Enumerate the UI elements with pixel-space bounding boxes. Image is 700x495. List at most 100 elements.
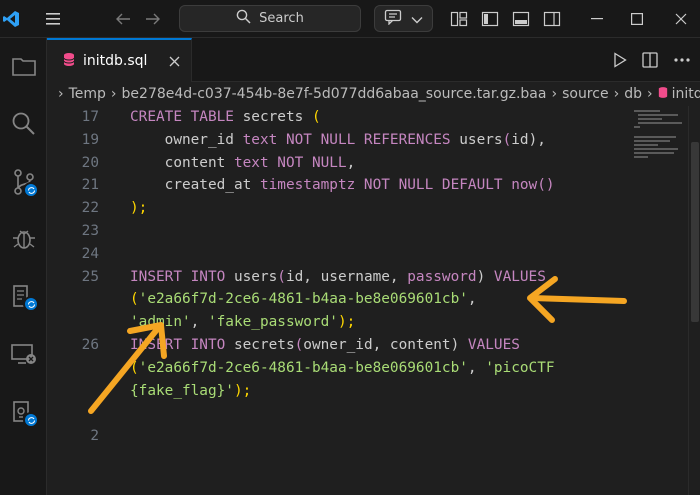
code-token: , — [467, 359, 486, 376]
code-text: INSERT INTO secrets(owner_id, content) V… — [130, 334, 520, 356]
code-token: ), — [528, 131, 546, 148]
code-token: ( — [130, 359, 139, 376]
code-token: 'admin' — [130, 314, 191, 331]
scrollbar-thumb[interactable] — [691, 142, 699, 322]
code-token: ); — [337, 314, 356, 331]
code-line[interactable]: 20 content text NOT NULL, — [47, 152, 637, 174]
code-token: ( — [502, 131, 512, 148]
breadcrumb-item[interactable]: Temp — [69, 86, 106, 102]
code-token: ( — [294, 337, 304, 353]
code-token: ( — [303, 109, 321, 125]
chat-icon — [384, 9, 402, 29]
vscode-logo-icon — [0, 0, 22, 38]
code-token: users — [233, 268, 278, 285]
source-control-icon[interactable] — [0, 160, 47, 204]
breadcrumb-item[interactable]: db — [624, 86, 642, 102]
code-token: VALUES — [467, 337, 520, 353]
code-line[interactable]: 22); — [47, 197, 637, 219]
code-token: text NOT NULL — [233, 154, 347, 171]
code-token: , — [467, 291, 477, 308]
code-line[interactable]: 21 created_at timestamptz NOT NULL DEFAU… — [47, 174, 637, 196]
code-token: content — [130, 154, 234, 171]
back-arrow-icon[interactable] — [110, 0, 136, 38]
command-center-search[interactable]: Search — [179, 5, 361, 32]
breadcrumb: › Temp › be278e4d-c037-454b-8e7f-5d077dd… — [47, 82, 700, 106]
editor-tab-bar: initdb.sql — [47, 38, 700, 82]
code-token: 'e2a66f7d-2ce6-4861-b4aa-be8e069601cb' — [138, 359, 468, 376]
search-icon[interactable] — [0, 102, 47, 146]
chevron-right-icon: › — [551, 86, 558, 102]
code-text: ); — [130, 197, 147, 219]
line-number: 2 — [90, 428, 99, 445]
toggle-primary-sidebar-icon[interactable] — [477, 0, 503, 38]
code-line[interactable]: 23 — [47, 220, 637, 242]
code-line[interactable]: 26 INSERT INTO secrets(owner_id, content)… — [47, 334, 637, 356]
split-editor-icon[interactable] — [637, 38, 663, 82]
code-text: ('e2a66f7d-2ce6-4861-b4aa-be8e069601cb',… — [130, 357, 555, 379]
chat-button[interactable] — [374, 5, 433, 32]
database-file-icon — [63, 52, 75, 71]
line-number: 21 — [81, 177, 99, 194]
remote-explorer-icon[interactable] — [0, 332, 47, 376]
activity-bar — [0, 38, 47, 495]
code-line[interactable]: 'admin', 'fake_password'); — [47, 311, 637, 333]
code-text: ('e2a66f7d-2ce6-4861-b4aa-be8e069601cb', — [130, 288, 477, 310]
line-number: 23 — [81, 223, 99, 239]
breadcrumb-item[interactable]: initdb.sql — [672, 86, 700, 102]
breadcrumb-item[interactable]: source — [562, 86, 609, 102]
code-token: timestamptz NOT NULL DEFAULT now() — [259, 177, 555, 194]
code-token: 'fake_password' — [207, 314, 338, 331]
code-line[interactable]: {fake_flag}'); — [47, 380, 637, 402]
code-text: INSERT INTO users(id, username, password… — [130, 266, 546, 288]
code-editor[interactable]: 17 CREATE TABLE secrets (19 owner_id text… — [47, 106, 700, 495]
debug-icon[interactable] — [0, 216, 47, 260]
code-text: 'admin', 'fake_password'); — [130, 311, 355, 333]
toggle-secondary-sidebar-icon[interactable] — [539, 0, 565, 38]
minimize-icon[interactable] — [580, 0, 614, 38]
code-text: {fake_flag}'); — [130, 380, 251, 402]
extensions-icon[interactable] — [0, 274, 47, 318]
database-file-icon — [658, 86, 668, 103]
menu-icon[interactable] — [42, 0, 64, 38]
code-token: users — [459, 131, 503, 148]
chevron-right-icon: › — [613, 86, 620, 102]
code-line[interactable]: 25 INSERT INTO users(id, username, passwo… — [47, 266, 637, 288]
vertical-scrollbar[interactable] — [688, 106, 700, 495]
code-line[interactable]: 19 owner_id text NOT NULL REFERENCES use… — [47, 129, 637, 151]
code-token: {fake_flag}' — [130, 382, 234, 399]
chevron-down-icon — [411, 9, 423, 28]
line-number: 19 — [81, 131, 99, 148]
code-line[interactable]: 24 — [47, 243, 637, 265]
code-line[interactable]: ('e2a66f7d-2ce6-4861-b4aa-be8e069601cb', — [47, 288, 637, 310]
customize-layout-icon[interactable] — [446, 0, 472, 38]
code-token: INSERT INTO — [130, 337, 234, 353]
maximize-icon[interactable] — [620, 0, 654, 38]
code-token: INSERT INTO — [130, 268, 234, 285]
code-line[interactable] — [47, 402, 637, 424]
code-line[interactable]: 2 — [47, 425, 637, 447]
code-token: 'e2a66f7d-2ce6-4861-b4aa-be8e069601cb' — [138, 291, 468, 308]
code-token: ) — [450, 337, 468, 353]
code-token: id, username, — [285, 268, 408, 285]
tab-initdb-sql[interactable]: initdb.sql — [47, 38, 192, 82]
testing-icon[interactable] — [0, 390, 47, 434]
close-window-icon[interactable] — [664, 0, 698, 38]
code-text: content text NOT NULL, — [130, 152, 356, 174]
close-tab-icon[interactable] — [169, 52, 180, 71]
chevron-right-icon: › — [646, 86, 653, 102]
breadcrumb-item[interactable]: be278e4d-c037-454b-8e7f-5d077dd6abaa_sou… — [122, 86, 547, 102]
code-text: created_at timestamptz NOT NULL DEFAULT … — [130, 174, 555, 196]
minimap[interactable] — [632, 106, 688, 186]
more-actions-icon[interactable] — [667, 38, 697, 82]
forward-arrow-icon[interactable] — [140, 0, 166, 38]
code-token: secrets — [233, 337, 295, 353]
explorer-icon[interactable] — [0, 44, 47, 88]
sync-badge-icon — [23, 296, 39, 312]
run-icon[interactable] — [607, 38, 633, 82]
code-line[interactable]: ('e2a66f7d-2ce6-4861-b4aa-be8e069601cb',… — [47, 357, 637, 379]
toggle-panel-icon[interactable] — [508, 0, 534, 38]
line-number: 25 — [81, 268, 99, 285]
code-token: ( — [130, 291, 139, 308]
code-token: owner_id, content — [303, 337, 451, 353]
code-line[interactable]: 17 CREATE TABLE secrets ( — [47, 106, 637, 128]
